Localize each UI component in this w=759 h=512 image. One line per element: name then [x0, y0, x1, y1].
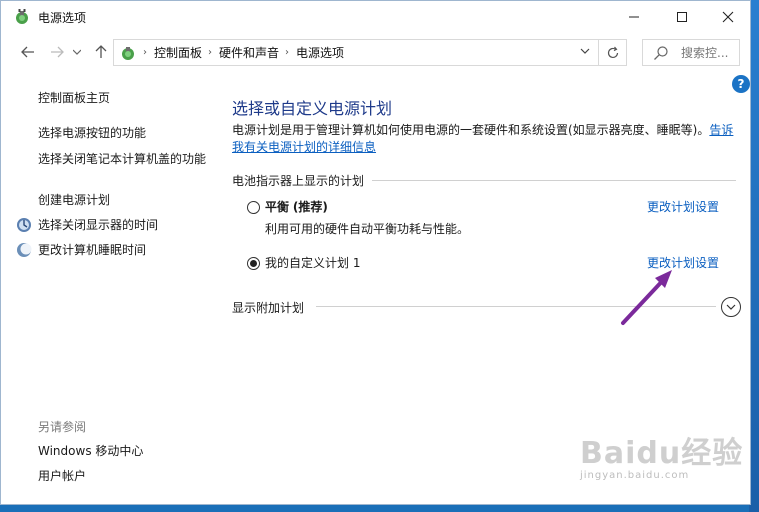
plan-custom-radio[interactable] [247, 257, 260, 270]
moon-icon [17, 243, 32, 257]
breadcrumb-separator-icon[interactable]: › [208, 47, 212, 58]
description-text: 电源计划是用于管理计算机如何使用电源的一套硬件和系统设置(如显示器亮度、睡眠等)… [232, 123, 710, 137]
address-bar[interactable]: › 控制面板 › 硬件和声音 › 电源选项 [113, 39, 599, 66]
expand-additional-plans-button[interactable] [721, 297, 741, 317]
help-icon[interactable]: ? [732, 75, 750, 93]
lid-close-function-link[interactable]: 选择关闭笔记本计算机盖的功能 [38, 150, 208, 168]
breadcrumb-separator-icon[interactable]: › [143, 47, 147, 58]
plan-custom-change-settings-link[interactable]: 更改计划设置 [647, 254, 719, 271]
see-also-heading: 另请参阅 [38, 420, 87, 434]
search-input[interactable]: 搜索控... [642, 39, 740, 66]
plan-custom-label[interactable]: 我的自定义计划 1 [265, 254, 360, 271]
breadcrumb-power-options[interactable]: 电源选项 [296, 44, 344, 61]
plan-balanced-name: 平衡 [265, 200, 290, 214]
maximize-button[interactable] [659, 1, 705, 32]
display-icon [17, 218, 31, 232]
arrow-left-icon [21, 46, 34, 58]
address-dropdown-button[interactable] [580, 45, 590, 58]
navigation-bar: › 控制面板 › 硬件和声音 › 电源选项 搜索控... [1, 35, 750, 69]
user-accounts-link[interactable]: 用户帐户 [38, 468, 86, 485]
section-divider [372, 180, 736, 181]
back-button[interactable] [17, 42, 39, 62]
show-additional-plans-heading[interactable]: 显示附加计划 [232, 299, 304, 316]
maximize-icon [677, 11, 687, 22]
chevron-down-icon [580, 48, 590, 54]
windows-mobility-center-link[interactable]: Windows 移动中心 [38, 443, 143, 460]
display-off-time-link[interactable]: 选择关闭显示器的时间 [38, 217, 158, 234]
control-panel-home-link[interactable]: 控制面板主页 [38, 90, 110, 107]
page-description: 电源计划是用于管理计算机如何使用电源的一套硬件和系统设置(如显示器亮度、睡眠等)… [232, 122, 737, 156]
create-power-plan-link[interactable]: 创建电源计划 [38, 192, 110, 209]
breadcrumb-separator-icon[interactable]: › [285, 47, 289, 58]
baidu-watermark: Baidu经验 jingyan.baidu.com [580, 428, 743, 481]
arrow-right-icon [51, 46, 64, 58]
forward-button[interactable] [46, 42, 68, 62]
sleep-time-link[interactable]: 更改计算机睡眠时间 [38, 242, 146, 259]
close-button[interactable] [705, 1, 751, 32]
recent-locations-button[interactable] [70, 42, 84, 62]
power-options-icon [122, 46, 134, 60]
plan-balanced-change-settings-link[interactable]: 更改计划设置 [647, 198, 719, 215]
search-placeholder: 搜索控... [681, 46, 729, 60]
chevron-down-icon [73, 49, 81, 55]
learn-more-link[interactable]: 告诉 [709, 123, 733, 137]
watermark-main: Baidu经验 [580, 436, 744, 471]
power-options-icon [16, 9, 28, 24]
power-button-function-link[interactable]: 选择电源按钮的功能 [38, 125, 146, 142]
up-button[interactable] [90, 42, 112, 62]
refresh-icon [607, 46, 618, 58]
title-bar[interactable]: 电源选项 [1, 1, 750, 33]
minimize-icon [629, 16, 639, 17]
plan-balanced-description: 利用可用的硬件自动平衡功耗与性能。 [265, 222, 470, 236]
arrow-up-icon [95, 45, 107, 58]
section-divider [316, 306, 716, 307]
chevron-down-icon [726, 304, 736, 310]
minimize-button[interactable] [611, 1, 657, 32]
learn-more-link-continued[interactable]: 我有关电源计划的详细信息 [232, 140, 376, 154]
window-title: 电源选项 [38, 11, 87, 25]
battery-meter-plans-heading: 电池指示器上显示的计划 [232, 174, 365, 188]
plan-balanced-label[interactable]: 平衡 (推荐) [265, 198, 328, 215]
plan-balanced-radio[interactable] [247, 201, 260, 214]
close-icon [722, 11, 734, 22]
plan-balanced-tag: (推荐) [292, 200, 328, 214]
refresh-button[interactable] [599, 39, 627, 66]
page-title: 选择或自定义电源计划 [232, 99, 393, 118]
breadcrumb-hardware-sound[interactable]: 硬件和声音 [219, 44, 279, 61]
search-icon [654, 45, 668, 60]
breadcrumb-control-panel[interactable]: 控制面板 [154, 44, 202, 61]
